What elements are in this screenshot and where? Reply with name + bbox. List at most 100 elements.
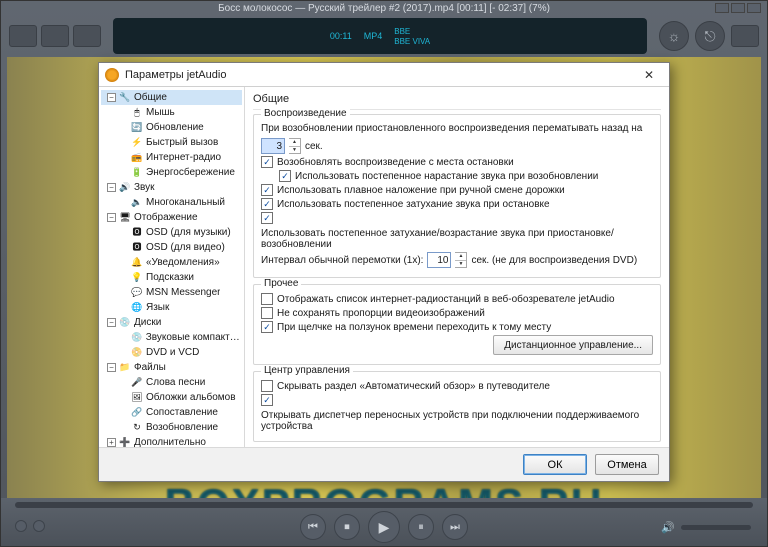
dialog-close-button[interactable]: ✕ <box>635 67 663 83</box>
toolbar-button-3[interactable] <box>73 25 101 47</box>
volume-slider[interactable] <box>681 525 751 530</box>
disc-icon: 💿 <box>119 317 131 329</box>
cancel-button[interactable]: Отмена <box>595 454 659 475</box>
globe-icon: 🌐 <box>131 302 143 314</box>
watermark: BOXPROGRAMS.RU <box>165 480 604 498</box>
bell-icon: 🔔 <box>131 257 143 269</box>
tree-display[interactable]: −🖥Отображение <box>101 210 242 225</box>
stop-button[interactable]: ⏹ <box>334 514 360 540</box>
collapse-icon[interactable]: − <box>107 183 116 192</box>
volume-icon[interactable]: 🔊 <box>661 521 675 534</box>
cb-hide-auto[interactable] <box>261 380 273 392</box>
player-title: Босс молокосос — Русский трейлер #2 (201… <box>218 3 550 14</box>
folder-icon: 🔧 <box>119 92 131 104</box>
expand-icon[interactable]: + <box>107 438 116 447</box>
cb-seek-click[interactable] <box>261 321 273 333</box>
cb-keep-aspect[interactable] <box>261 307 273 319</box>
tree-iradio[interactable]: 📻Интернет-радио <box>101 150 242 165</box>
tree-discs[interactable]: −💿Диски <box>101 315 242 330</box>
osd-icon: 🅾 <box>131 242 143 254</box>
speaker-icon: 🔈 <box>131 197 143 209</box>
cb-radio-browser[interactable] <box>261 293 273 305</box>
cb-open-pmd[interactable] <box>261 394 273 406</box>
cd-icon: 💿 <box>131 332 143 344</box>
resume-rewind-input[interactable] <box>261 138 285 154</box>
group-other-title: Прочее <box>261 278 301 289</box>
collapse-icon[interactable]: − <box>107 93 116 102</box>
tree-quickcall[interactable]: ⚡Быстрый вызов <box>101 135 242 150</box>
toolbar-button-2[interactable] <box>41 25 69 47</box>
knob-1[interactable] <box>15 520 27 532</box>
resume-rewind-spinner[interactable]: ▲▼ <box>289 138 301 154</box>
tree-lang[interactable]: 🌐Язык <box>101 300 242 315</box>
tree-general[interactable]: −🔧Общие <box>101 90 242 105</box>
tree-multichannel[interactable]: 🔈Многоканальный <box>101 195 242 210</box>
minimize-button[interactable] <box>715 3 729 13</box>
toolbar-button-1[interactable] <box>9 25 37 47</box>
cb-crossfade[interactable] <box>261 184 273 196</box>
toolbar-round-1[interactable]: ☼ <box>659 21 689 51</box>
toolbar-button-4[interactable] <box>731 25 759 47</box>
tree-lyrics[interactable]: 🎤Слова песни <box>101 375 242 390</box>
tree-osd-music[interactable]: 🅾OSD (для музыки) <box>101 225 242 240</box>
msn-icon: 💬 <box>131 287 143 299</box>
tree-osd-video[interactable]: 🅾OSD (для видео) <box>101 240 242 255</box>
next-button[interactable]: ⏭ <box>442 514 468 540</box>
bbe-viva-label: BBE VIVA <box>394 37 430 46</box>
collapse-icon[interactable]: − <box>107 318 116 327</box>
group-other: Прочее Отображать список интернет-радиос… <box>253 284 661 365</box>
cb-resume[interactable] <box>261 156 273 168</box>
preferences-dialog: Параметры jetAudio ✕ −🔧Общие 🖱Мышь 🔄Обно… <box>98 62 670 482</box>
hint-icon: 💡 <box>131 272 143 284</box>
cb-fadein[interactable] <box>279 170 291 182</box>
ok-button[interactable]: ОК <box>523 454 587 475</box>
resume-icon: ↻ <box>131 422 143 434</box>
dvd-icon: 📀 <box>131 347 143 359</box>
radio-icon: 📻 <box>131 152 143 164</box>
collapse-icon[interactable]: − <box>107 213 116 222</box>
category-tree[interactable]: −🔧Общие 🖱Мышь 🔄Обновление ⚡Быстрый вызов… <box>99 87 245 447</box>
tree-resume[interactable]: ↻Возобновление <box>101 420 242 435</box>
seek-interval-input[interactable] <box>427 252 451 268</box>
tree-mouse[interactable]: 🖱Мышь <box>101 105 242 120</box>
play-button[interactable]: ▶ <box>368 511 400 543</box>
tree-files[interactable]: −📁Файлы <box>101 360 242 375</box>
tree-covers[interactable]: 🖼Обложки альбомов <box>101 390 242 405</box>
update-icon: 🔄 <box>131 122 143 134</box>
tree-hints[interactable]: 💡Подсказки <box>101 270 242 285</box>
progress-slider[interactable] <box>15 502 753 508</box>
tree-dvd-vcd[interactable]: 📀DVD и VCD <box>101 345 242 360</box>
seek-interval-label: Интервал обычной перемотки (1x): <box>261 255 423 266</box>
osd-icon: 🅾 <box>131 227 143 239</box>
tree-power[interactable]: 🔋Энергосбережение <box>101 165 242 180</box>
group-cc: Центр управления Скрывать раздел «Автома… <box>253 371 661 442</box>
tree-notifications[interactable]: 🔔«Уведомления» <box>101 255 242 270</box>
tree-audio-cd[interactable]: 💿Звуковые компакт-ди <box>101 330 242 345</box>
seek-interval-spinner[interactable]: ▲▼ <box>455 252 467 268</box>
seek-interval-suffix: сек. (не для воспроизведения DVD) <box>471 255 637 266</box>
tree-assoc[interactable]: 🔗Сопоставление <box>101 405 242 420</box>
group-playback-title: Воспроизведение <box>261 108 350 119</box>
maximize-button[interactable] <box>731 3 745 13</box>
prev-button[interactable]: ⏮ <box>300 514 326 540</box>
remote-control-button[interactable]: Дистанционное управление... <box>493 335 653 355</box>
cb-fadeout-stop[interactable] <box>261 198 273 210</box>
group-playback: Воспроизведение При возобновлении приост… <box>253 114 661 278</box>
mic-icon: 🎤 <box>131 377 143 389</box>
collapse-icon[interactable]: − <box>107 363 116 372</box>
content-pane: Общие Воспроизведение При возобновлении … <box>245 87 669 447</box>
resume-rewind-unit: сек. <box>305 141 323 152</box>
dialog-footer: ОК Отмена <box>99 447 669 481</box>
tree-sound[interactable]: −🔊Звук <box>101 180 242 195</box>
link-icon: 🔗 <box>131 407 143 419</box>
tree-update[interactable]: 🔄Обновление <box>101 120 242 135</box>
tree-extra[interactable]: +➕Дополнительно <box>101 435 242 447</box>
tree-msn[interactable]: 💬MSN Messenger <box>101 285 242 300</box>
pause-button[interactable]: ⏸ <box>408 514 434 540</box>
display-time: 00:11 <box>330 31 352 41</box>
knob-2[interactable] <box>33 520 45 532</box>
close-button[interactable] <box>747 3 761 13</box>
cb-fade-pause[interactable] <box>261 212 273 224</box>
cb-crossfade-label: Использовать плавное наложение при ручно… <box>277 185 565 196</box>
toolbar-round-2[interactable]: ⎋ <box>695 21 725 51</box>
